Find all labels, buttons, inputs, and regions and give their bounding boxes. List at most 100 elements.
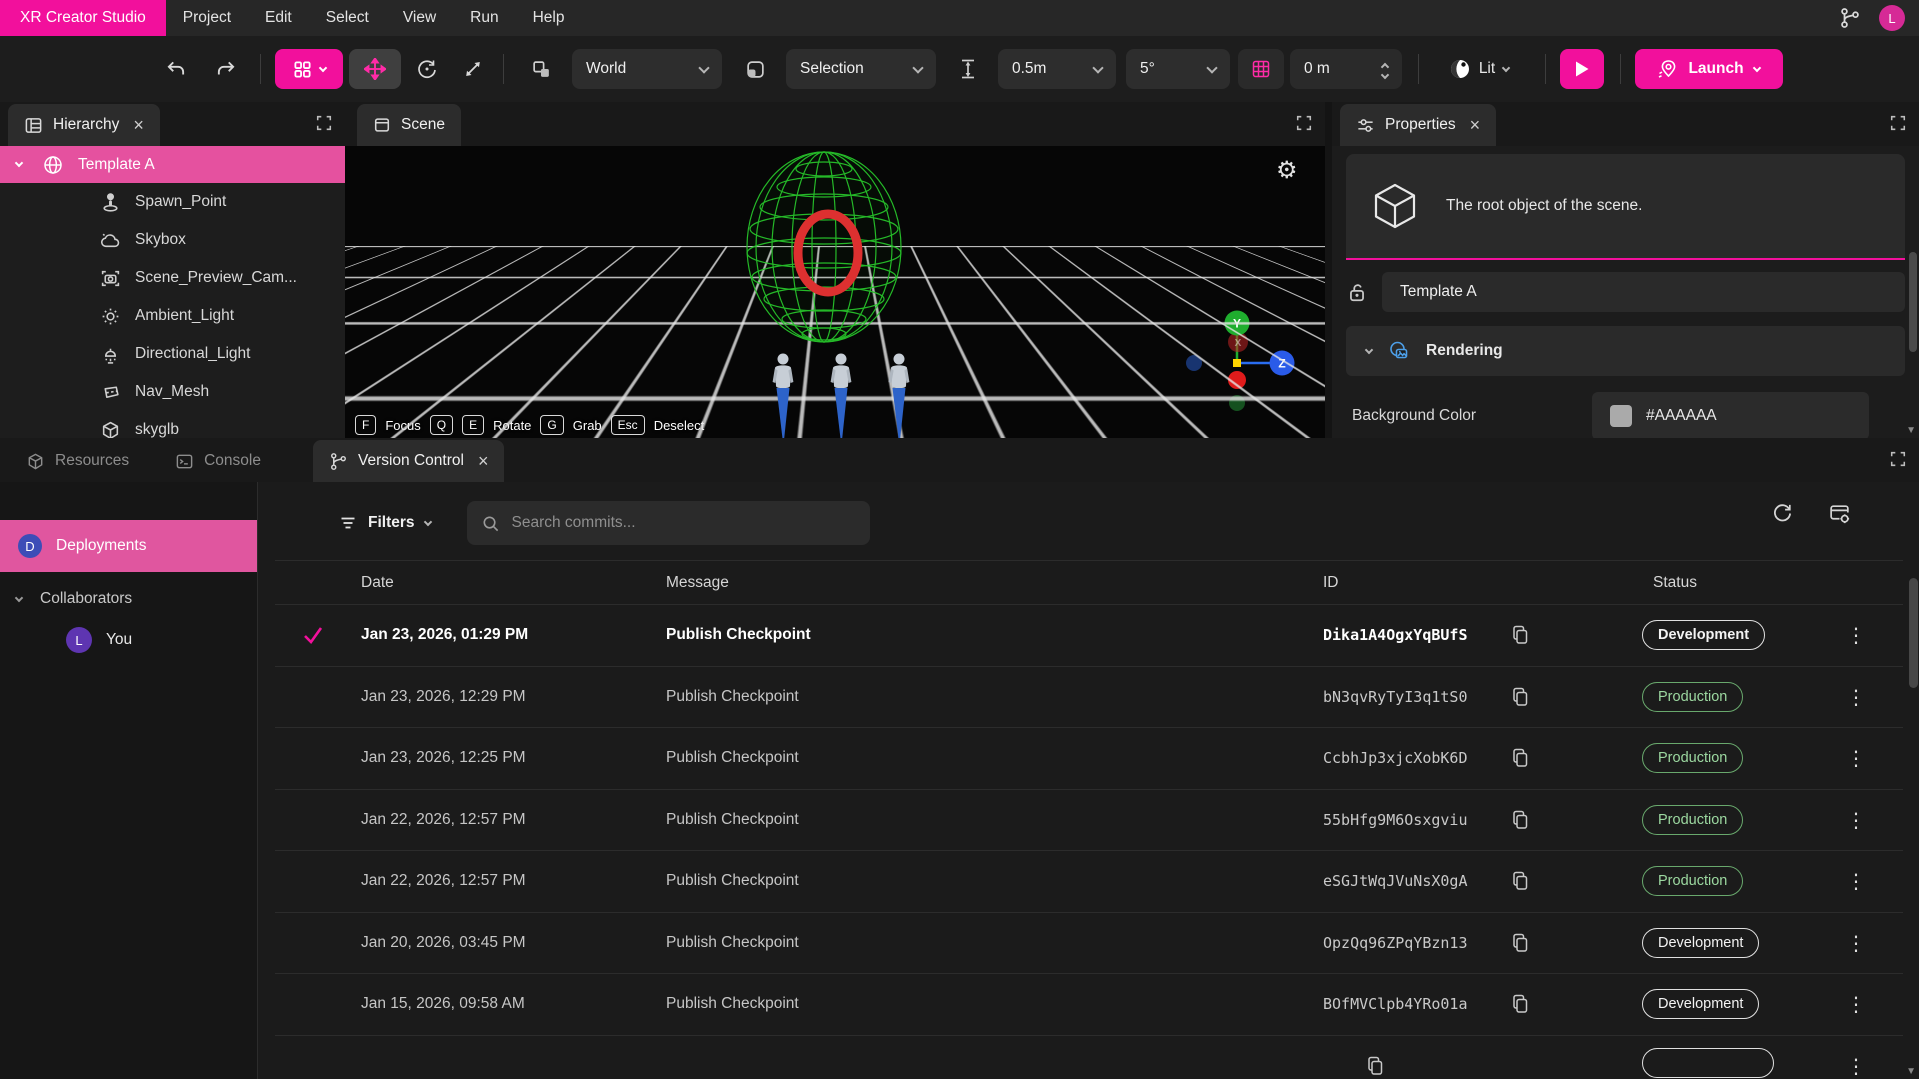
version-control-branch-icon[interactable] bbox=[1839, 7, 1861, 29]
copy-icon[interactable] bbox=[1510, 870, 1530, 892]
close-icon[interactable]: × bbox=[1470, 116, 1481, 134]
copy-icon[interactable] bbox=[1510, 686, 1530, 708]
commit-row[interactable]: Jan 22, 2026, 12:57 PM Publish Checkpoin… bbox=[275, 850, 1903, 912]
rotate-tool-button[interactable] bbox=[409, 58, 445, 80]
commit-row[interactable]: Jan 23, 2026, 12:29 PM Publish Checkpoin… bbox=[275, 666, 1903, 728]
copy-icon[interactable] bbox=[1510, 809, 1530, 831]
row-menu-button[interactable]: ⋮ bbox=[1832, 992, 1892, 1016]
snap-translate-icon[interactable] bbox=[950, 58, 986, 80]
copy-icon[interactable] bbox=[1510, 993, 1530, 1015]
tab-hierarchy[interactable]: Hierarchy × bbox=[8, 104, 160, 146]
menu-help[interactable]: Help bbox=[516, 0, 582, 36]
chevron-down-icon[interactable] bbox=[1381, 71, 1389, 79]
hierarchy-item-scene-preview-cam[interactable]: Scene_Preview_Cam... bbox=[0, 259, 345, 297]
copy-icon[interactable] bbox=[1510, 624, 1530, 646]
menu-project[interactable]: Project bbox=[166, 0, 248, 36]
undo-button[interactable] bbox=[158, 59, 194, 79]
menu-run[interactable]: Run bbox=[453, 0, 515, 36]
pivot-dropdown[interactable]: Selection bbox=[786, 49, 936, 89]
row-menu-button[interactable]: ⋮ bbox=[1832, 685, 1892, 709]
rotate-snap-dropdown[interactable]: 5° bbox=[1126, 49, 1230, 89]
column-id[interactable]: ID bbox=[1312, 574, 1642, 592]
row-menu-button[interactable]: ⋮ bbox=[1832, 746, 1892, 770]
hierarchy-item-skybox[interactable]: Skybox bbox=[0, 221, 345, 259]
menu-edit[interactable]: Edit bbox=[248, 0, 309, 36]
transform-space-icon[interactable] bbox=[522, 59, 560, 80]
hierarchy-item-nav-mesh[interactable]: Nav_Mesh bbox=[0, 373, 345, 411]
search-commits-box[interactable] bbox=[467, 501, 870, 545]
commit-row-partial[interactable]: ⋮ bbox=[275, 1035, 1903, 1079]
object-name-field[interactable]: Template A bbox=[1382, 272, 1905, 312]
close-icon[interactable]: × bbox=[133, 116, 144, 134]
gizmo-mode-button[interactable] bbox=[275, 49, 343, 89]
pivot-icon[interactable] bbox=[736, 59, 774, 80]
3d-viewport[interactable]: X Y Z ⚙ F Focus Q E Rotate G Grab Esc De… bbox=[345, 146, 1325, 438]
viewport-settings-gear-icon[interactable]: ⚙ bbox=[1276, 156, 1298, 184]
hierarchy-item-directional-light[interactable]: Directional_Light bbox=[0, 335, 345, 373]
redo-button[interactable] bbox=[208, 59, 244, 79]
close-icon[interactable]: × bbox=[478, 452, 489, 470]
scrollbar-thumb[interactable] bbox=[1909, 252, 1917, 352]
refresh-icon[interactable] bbox=[1771, 502, 1794, 525]
axis-gizmo[interactable]: X Y Z bbox=[1175, 306, 1305, 418]
row-menu-button[interactable]: ⋮ bbox=[1832, 623, 1892, 647]
expand-icon[interactable] bbox=[1889, 114, 1907, 132]
tab-properties[interactable]: Properties × bbox=[1340, 104, 1496, 146]
copy-icon[interactable] bbox=[1510, 747, 1530, 769]
commit-row[interactable]: Jan 20, 2026, 03:45 PM Publish Checkpoin… bbox=[275, 912, 1903, 974]
row-menu-button[interactable]: ⋮ bbox=[1832, 931, 1892, 955]
rendering-section-header[interactable]: Rendering bbox=[1346, 326, 1905, 376]
commit-row[interactable]: Jan 22, 2026, 12:57 PM Publish Checkpoin… bbox=[275, 789, 1903, 851]
background-color-field[interactable]: #AAAAAA bbox=[1592, 392, 1869, 438]
new-checkpoint-icon[interactable] bbox=[1828, 502, 1851, 525]
expand-icon[interactable] bbox=[315, 114, 333, 132]
commit-row[interactable]: Jan 23, 2026, 01:29 PM Publish Checkpoin… bbox=[275, 604, 1903, 666]
row-menu-button[interactable]: ⋮ bbox=[1832, 808, 1892, 832]
commit-row[interactable]: Jan 15, 2026, 09:58 AM Publish Checkpoin… bbox=[275, 973, 1903, 1035]
scrollbar-thumb[interactable] bbox=[1909, 578, 1918, 688]
column-status[interactable]: Status bbox=[1642, 574, 1832, 592]
commit-row[interactable]: Jan 23, 2026, 12:25 PM Publish Checkpoin… bbox=[275, 727, 1903, 789]
transform-space-dropdown[interactable]: World bbox=[572, 49, 722, 89]
menu-select[interactable]: Select bbox=[309, 0, 386, 36]
scroll-down-arrow[interactable]: ▼ bbox=[1906, 1066, 1916, 1077]
bottom-panel: Resources Console Version Control bbox=[0, 438, 1919, 1079]
move-tool-button[interactable] bbox=[349, 49, 401, 89]
copy-icon[interactable] bbox=[1510, 932, 1530, 954]
column-message[interactable]: Message bbox=[655, 574, 1312, 592]
grid-snap-button[interactable] bbox=[1238, 49, 1284, 89]
app-title[interactable]: XR Creator Studio bbox=[0, 0, 166, 36]
hierarchy-item-root[interactable]: Template A bbox=[0, 146, 345, 183]
scale-tool-button[interactable] bbox=[455, 59, 491, 79]
row-menu-button[interactable]: ⋮ bbox=[1832, 1054, 1892, 1078]
expand-icon[interactable] bbox=[1889, 450, 1907, 468]
color-swatch[interactable] bbox=[1610, 405, 1632, 427]
row-menu-button[interactable]: ⋮ bbox=[1832, 869, 1892, 893]
search-input[interactable] bbox=[512, 514, 856, 532]
expand-icon[interactable] bbox=[1295, 114, 1313, 132]
grid-height-stepper[interactable]: 0 m bbox=[1290, 49, 1402, 89]
scroll-down-arrow[interactable]: ▼ bbox=[1906, 425, 1916, 436]
shading-mode-dropdown[interactable]: Lit bbox=[1431, 49, 1527, 89]
move-snap-dropdown[interactable]: 0.5m bbox=[998, 49, 1116, 89]
hierarchy-item-skyglb[interactable]: skyglb bbox=[0, 411, 345, 438]
unlock-icon[interactable] bbox=[1346, 281, 1368, 303]
column-date[interactable]: Date bbox=[350, 574, 655, 592]
tab-scene[interactable]: Scene bbox=[357, 104, 461, 146]
tab-resources[interactable]: Resources bbox=[10, 440, 145, 482]
wireframe-sphere[interactable] bbox=[739, 148, 909, 352]
scene-window-icon bbox=[373, 116, 391, 134]
launch-button[interactable]: Launch bbox=[1635, 49, 1783, 89]
copy-icon[interactable] bbox=[1365, 1055, 1385, 1077]
tab-version-control[interactable]: Version Control × bbox=[313, 440, 505, 482]
tab-console[interactable]: Console bbox=[159, 440, 277, 482]
sidebar-item-you[interactable]: L You bbox=[0, 620, 257, 660]
sidebar-item-deployments[interactable]: D Deployments bbox=[0, 520, 257, 572]
play-button[interactable] bbox=[1560, 49, 1604, 89]
menu-view[interactable]: View bbox=[386, 0, 453, 36]
sidebar-item-collaborators[interactable]: Collaborators bbox=[0, 578, 257, 620]
hierarchy-item-ambient-light[interactable]: Ambient_Light bbox=[0, 297, 345, 335]
user-avatar[interactable]: L bbox=[1879, 5, 1905, 31]
filters-button[interactable]: Filters bbox=[338, 513, 431, 533]
hierarchy-item-spawn-point[interactable]: Spawn_Point bbox=[0, 183, 345, 221]
